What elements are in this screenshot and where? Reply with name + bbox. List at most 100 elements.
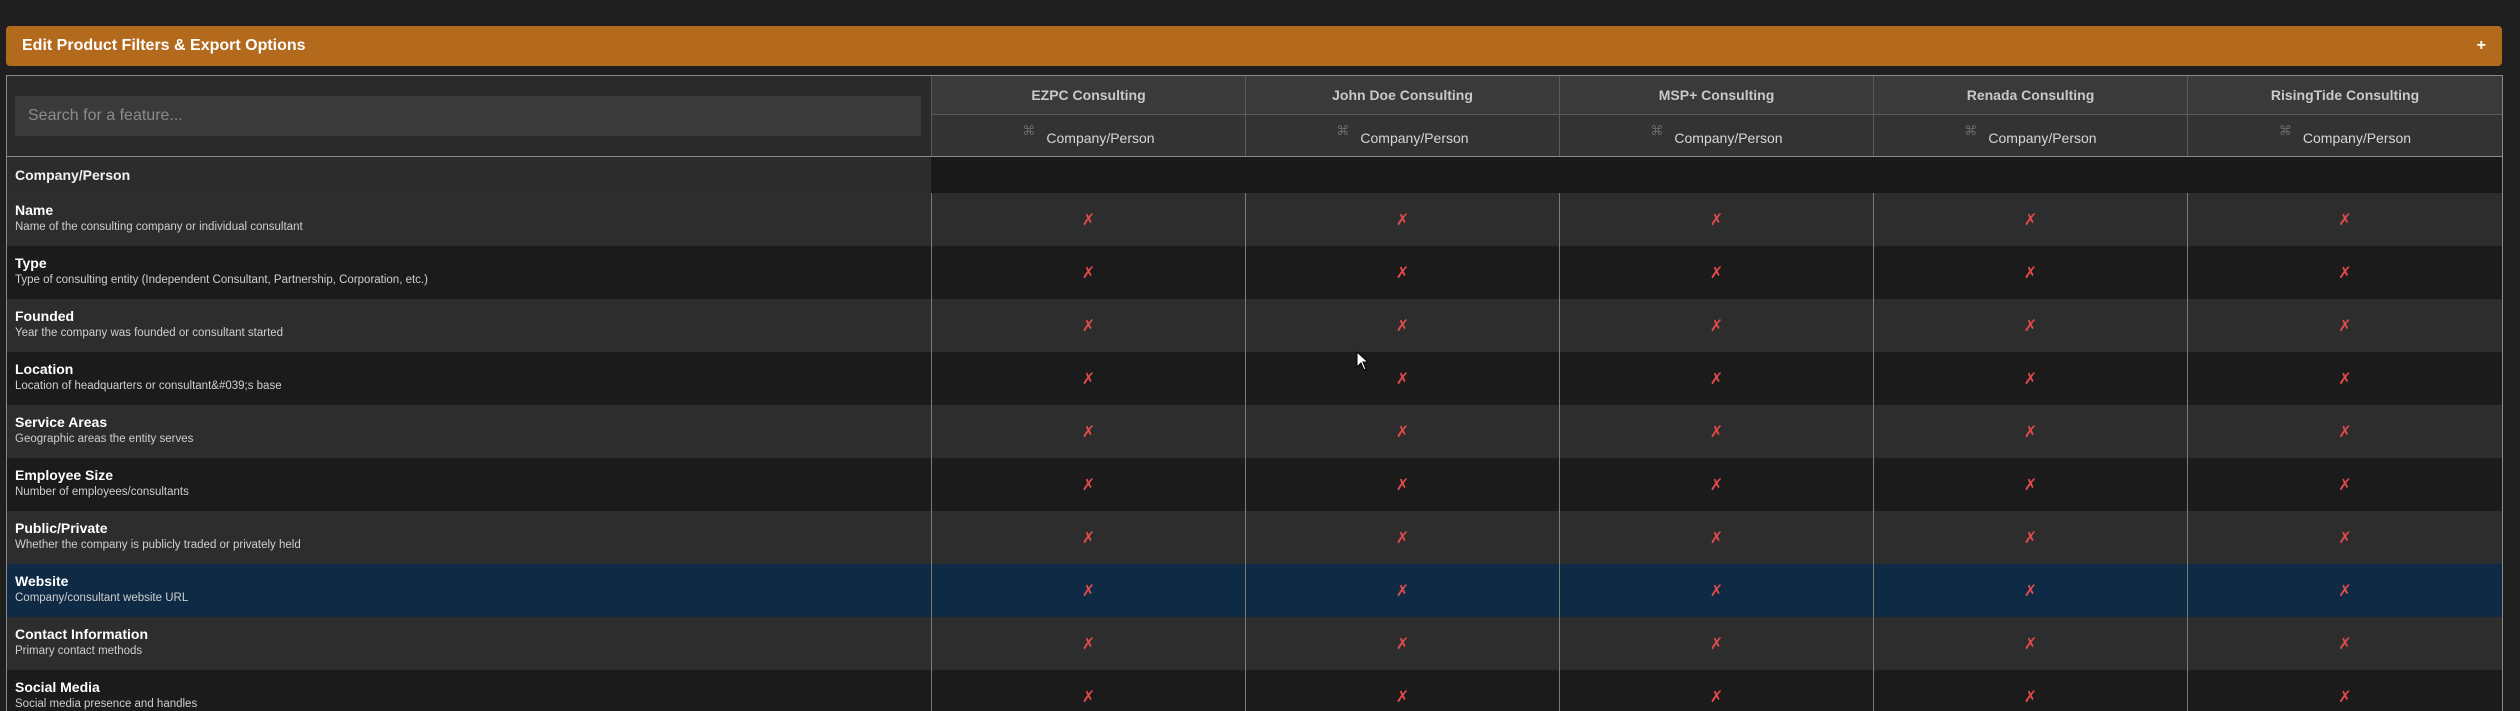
cross-icon: ✗ [1245,246,1559,299]
feature-row-label[interactable]: Contact Information Primary contact metho… [7,617,931,670]
feature-row-label[interactable]: Website Company/consultant website URL [7,564,931,617]
comparison-table: EZPC Consulting John Doe Consulting MSP+… [6,75,2503,711]
image-placeholder-icon: ⌘ [1964,122,1978,138]
cross-icon: ✗ [1873,405,2187,458]
cross-icon: ✗ [2187,670,2502,711]
cross-icon: ✗ [1873,670,2187,711]
cross-icon: ✗ [1245,193,1559,246]
feature-description: Number of employees/consultants [15,486,189,498]
image-placeholder-icon: ⌘ [1336,122,1350,138]
feature-name: Public/Private [15,520,108,536]
cross-icon: ✗ [931,564,1245,617]
feature-row-label[interactable]: Location Location of headquarters or cons… [7,352,931,405]
feature-description: Geographic areas the entity serves [15,433,194,445]
feature-name: Name [15,202,54,218]
cross-icon: ✗ [931,511,1245,564]
filter-bar-title: Edit Product Filters & Export Options [22,37,306,54]
vendor-category: Company/Person [1674,129,1783,146]
feature-description: Location of headquarters or consultant&#… [15,380,282,392]
vendor-header[interactable]: Renada Consulting [1873,76,2187,115]
mouse-cursor-icon [1356,351,1370,371]
feature-name: Website [15,573,69,589]
feature-name: Type [15,255,47,271]
cross-icon: ✗ [1559,193,1873,246]
cross-icon: ✗ [931,405,1245,458]
image-placeholder-icon: ⌘ [1650,122,1664,138]
feature-search-input[interactable] [15,96,921,136]
feature-description: Primary contact methods [15,645,143,657]
cross-icon: ✗ [1873,193,2187,246]
feature-name: Location [15,361,74,377]
cross-icon: ✗ [1245,511,1559,564]
cross-icon: ✗ [931,193,1245,246]
feature-row-label[interactable]: Service Areas Geographic areas the entity… [7,405,931,458]
cross-icon: ✗ [2187,564,2502,617]
vendor-category: Company/Person [1988,129,2097,146]
feature-name: Service Areas [15,414,108,430]
image-placeholder-icon: ⌘ [1022,122,1036,138]
search-cell [7,76,931,156]
cross-icon: ✗ [1559,670,1873,711]
vendor-category: Company/Person [1046,129,1155,146]
feature-row-label[interactable]: Type Type of consulting entity (Independe… [7,246,931,299]
cross-icon: ✗ [1245,670,1559,711]
feature-row-label[interactable]: Social Media Social media presence and ha… [7,670,931,711]
vendor-header[interactable]: EZPC Consulting [931,76,1245,115]
vendor-category: Company/Person [2302,129,2412,146]
feature-name: Social Media [15,679,100,695]
section-header-fill [931,156,2502,193]
cross-icon: ✗ [1559,511,1873,564]
feature-row-label[interactable]: Employee Size Number of employees/consult… [7,458,931,511]
cross-icon: ✗ [2187,246,2502,299]
feature-description: Company/consultant website URL [15,592,189,604]
filter-options-bar[interactable]: Edit Product Filters & Export Options + [6,26,2502,66]
cross-icon: ✗ [2187,352,2502,405]
cross-icon: ✗ [2187,511,2502,564]
vendor-subheader: ⌘ Company/Person [1559,115,1873,156]
cross-icon: ✗ [1245,458,1559,511]
cross-icon: ✗ [2187,299,2502,352]
cross-icon: ✗ [931,670,1245,711]
cross-icon: ✗ [1245,299,1559,352]
cross-icon: ✗ [1245,617,1559,670]
cross-icon: ✗ [1559,246,1873,299]
feature-row-label[interactable]: Name Name of the consulting company or in… [7,193,931,246]
vendor-header[interactable]: John Doe Consulting [1245,76,1559,115]
cross-icon: ✗ [1873,511,2187,564]
cross-icon: ✗ [1559,458,1873,511]
cross-icon: ✗ [931,352,1245,405]
image-placeholder-icon: ⌘ [2278,122,2292,138]
vendor-subheader: ⌘ Company/Person [1245,115,1559,156]
cross-icon: ✗ [1245,405,1559,458]
cross-icon: ✗ [1559,617,1873,670]
vendor-subheader: ⌘ Company/Person [2187,115,2502,156]
cross-icon: ✗ [1873,458,2187,511]
feature-description: Whether the company is publicly traded o… [15,539,301,551]
feature-name: Contact Information [15,626,148,642]
cross-icon: ✗ [1559,564,1873,617]
feature-row-label[interactable]: Public/Private Whether the company is pub… [7,511,931,564]
cross-icon: ✗ [1559,405,1873,458]
vendor-subheader: ⌘ Company/Person [931,115,1245,156]
cross-icon: ✗ [1873,246,2187,299]
vendor-header[interactable]: MSP+ Consulting [1559,76,1873,115]
feature-description: Name of the consulting company or indivi… [15,221,303,233]
feature-description: Social media presence and handles [15,698,198,710]
cross-icon: ✗ [931,246,1245,299]
cross-icon: ✗ [1559,299,1873,352]
vendor-header[interactable]: RisingTide Consulting [2187,76,2502,115]
cross-icon: ✗ [1873,617,2187,670]
feature-name: Employee Size [15,467,114,483]
feature-description: Year the company was founded or consulta… [15,327,284,339]
feature-row-label[interactable]: Founded Year the company was founded or c… [7,299,931,352]
section-header[interactable]: Company/Person [7,156,931,193]
cross-icon: ✗ [1873,564,2187,617]
vendor-category: Company/Person [1360,129,1469,146]
cross-icon: ✗ [1873,352,2187,405]
feature-name: Founded [15,308,75,324]
cross-icon: ✗ [931,617,1245,670]
expand-icon[interactable]: + [2477,37,2486,55]
cross-icon: ✗ [1559,352,1873,405]
cross-icon: ✗ [2187,458,2502,511]
cross-icon: ✗ [931,299,1245,352]
